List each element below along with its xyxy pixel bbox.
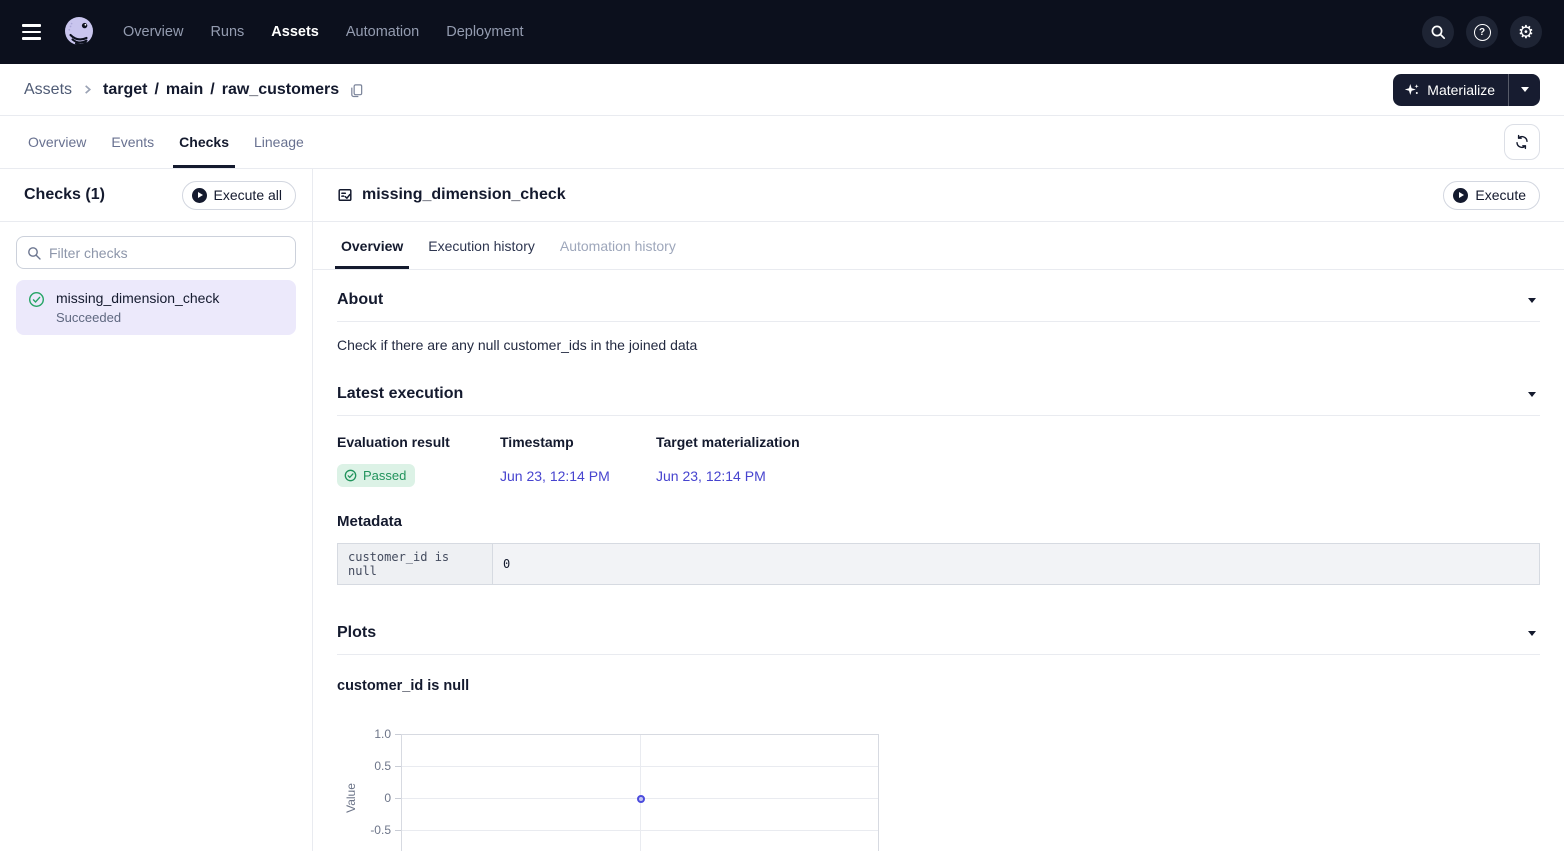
copy-icon — [349, 82, 364, 98]
tab-execution-history[interactable]: Execution history — [424, 222, 539, 269]
octopus-logo-icon — [60, 13, 98, 51]
latest-execution-section-header: Latest execution — [337, 364, 1540, 416]
check-detail-body: About Check if there are any null custom… — [313, 270, 1564, 851]
status-badge: Passed — [337, 464, 415, 487]
play-icon — [1453, 188, 1468, 203]
check-success-icon — [28, 291, 45, 308]
y-tick-label: 0 — [337, 791, 391, 805]
plot-area — [401, 734, 879, 851]
evaluation-result-value: Passed — [363, 468, 406, 483]
metadata-value: 0 — [493, 544, 1540, 585]
latest-execution-heading: Latest execution — [337, 385, 463, 403]
about-heading: About — [337, 291, 383, 309]
asset-key-separator: / — [210, 81, 214, 99]
check-detail-pane: missing_dimension_check Execute Overview… — [313, 169, 1564, 851]
nav-item-runs[interactable]: Runs — [210, 24, 244, 40]
chevron-right-icon — [82, 84, 93, 95]
asset-key-separator: / — [154, 81, 158, 99]
help-icon: ? — [1474, 24, 1491, 41]
execute-button[interactable]: Execute — [1443, 181, 1540, 210]
nav-item-overview[interactable]: Overview — [123, 24, 183, 40]
check-title: missing_dimension_check — [362, 186, 566, 204]
tab-lineage[interactable]: Lineage — [250, 116, 308, 168]
latest-execution-grid: Evaluation result Timestamp Target mater… — [337, 434, 1540, 487]
y-tick-label: 0.5 — [337, 759, 391, 773]
materialize-split-button: Materialize — [1393, 74, 1540, 106]
metadata-table: customer_id is null 0 — [337, 543, 1540, 585]
metadata-heading: Metadata — [337, 513, 1540, 530]
materialize-button[interactable]: Materialize — [1393, 74, 1508, 106]
tab-events[interactable]: Events — [107, 116, 158, 168]
y-tick-label: -0.5 — [337, 823, 391, 837]
check-item-name: missing_dimension_check — [56, 290, 219, 306]
gear-icon: ⚙ — [1518, 23, 1534, 41]
check-description: Check if there are any null customer_ids… — [337, 337, 1540, 353]
search-button[interactable] — [1422, 16, 1454, 48]
tab-overview[interactable]: Overview — [24, 116, 90, 168]
check-list-item[interactable]: missing_dimension_check Succeeded — [16, 280, 296, 335]
col-target-materialization: Target materialization — [656, 434, 1540, 450]
settings-button[interactable]: ⚙ — [1510, 16, 1542, 48]
caret-down-icon — [1521, 87, 1529, 92]
breadcrumb-row: Assets target / main / raw_customers Mat… — [0, 64, 1564, 116]
sparkle-icon — [1404, 82, 1420, 98]
check-circle-icon — [344, 469, 357, 482]
search-icon — [27, 246, 41, 260]
play-icon — [192, 188, 207, 203]
asset-key-part: target — [103, 81, 147, 99]
refresh-icon — [1514, 134, 1530, 150]
nav-item-automation[interactable]: Automation — [346, 24, 419, 40]
y-tick-label: 1.0 — [337, 727, 391, 741]
timestamp-link[interactable]: Jun 23, 12:14 PM — [500, 468, 656, 484]
checks-count-title: Checks (1) — [24, 186, 105, 204]
col-timestamp: Timestamp — [500, 434, 656, 450]
checks-panel-header: Checks (1) Execute all — [0, 169, 312, 222]
metadata-row: customer_id is null 0 — [338, 544, 1540, 585]
dagster-logo[interactable] — [60, 13, 98, 51]
search-icon — [1430, 24, 1446, 40]
plots-section-header: Plots — [337, 603, 1540, 655]
check-item-status: Succeeded — [56, 310, 219, 325]
about-section-header: About — [337, 270, 1540, 322]
filter-checks-input[interactable] — [49, 245, 285, 261]
primary-nav: Overview Runs Assets Automation Deployme… — [123, 24, 524, 40]
tab-checks[interactable]: Checks — [175, 116, 233, 168]
data-point — [637, 795, 645, 803]
value-scatter-chart: Value 1.0 0.5 0 -0.5 -1.0 Jun — [337, 734, 1540, 851]
target-materialization-link[interactable]: Jun 23, 12:14 PM — [656, 468, 1540, 484]
metadata-key: customer_id is null — [338, 544, 493, 585]
filter-checks-box — [16, 236, 296, 269]
col-evaluation-result: Evaluation result — [337, 434, 500, 450]
plots-heading: Plots — [337, 624, 376, 642]
asset-key-part: main — [166, 81, 203, 99]
checks-panel-body: missing_dimension_check Succeeded — [0, 222, 312, 349]
execute-label: Execute — [1475, 187, 1526, 203]
materialize-label: Materialize — [1427, 82, 1495, 98]
check-detail-header: missing_dimension_check Execute — [313, 169, 1564, 222]
collapse-caret-icon[interactable] — [1528, 392, 1536, 397]
tab-automation-history[interactable]: Automation history — [556, 222, 680, 269]
top-navigation-bar: Overview Runs Assets Automation Deployme… — [0, 0, 1564, 64]
refresh-button[interactable] — [1504, 124, 1540, 160]
content-split: Checks (1) Execute all missing_dimension… — [0, 169, 1564, 851]
check-detail-tabs: Overview Execution history Automation hi… — [313, 222, 1564, 270]
plot-title: customer_id is null — [337, 678, 1540, 694]
help-button[interactable]: ? — [1466, 16, 1498, 48]
nav-item-deployment[interactable]: Deployment — [446, 24, 523, 40]
execute-all-label: Execute all — [214, 187, 282, 203]
asset-check-icon — [337, 187, 353, 203]
nav-item-assets[interactable]: Assets — [271, 24, 319, 40]
execute-all-button[interactable]: Execute all — [182, 181, 296, 210]
asset-key-part-last: raw_customers — [222, 81, 339, 99]
breadcrumb-asset-key: target / main / raw_customers — [103, 81, 339, 99]
collapse-caret-icon[interactable] — [1528, 631, 1536, 636]
copy-button[interactable] — [349, 82, 364, 98]
materialize-dropdown-button[interactable] — [1508, 74, 1540, 106]
asset-tabs-row: Overview Events Checks Lineage — [0, 116, 1564, 169]
breadcrumb-assets-link[interactable]: Assets — [24, 81, 72, 99]
tab-check-overview[interactable]: Overview — [337, 222, 407, 269]
checks-panel: Checks (1) Execute all missing_dimension… — [0, 169, 313, 851]
hamburger-menu-icon[interactable] — [22, 24, 46, 39]
collapse-caret-icon[interactable] — [1528, 298, 1536, 303]
